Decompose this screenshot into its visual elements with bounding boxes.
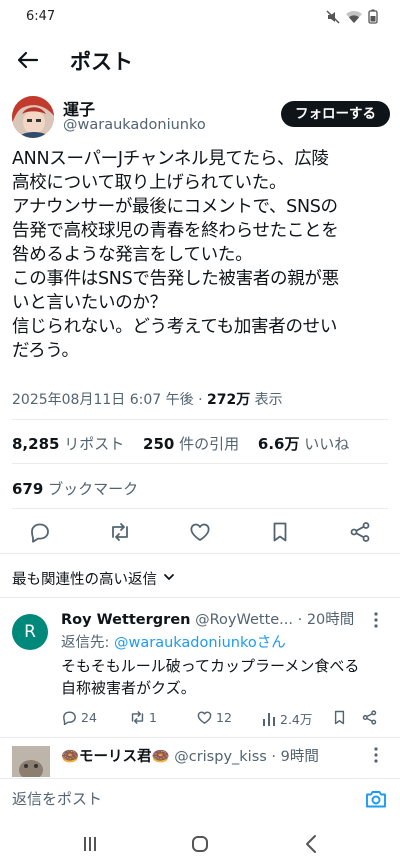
- reply-icon: [63, 711, 76, 726]
- reply-sort-dropdown[interactable]: 最も関連性の高い返信: [12, 568, 175, 589]
- post-text: ANNスーパーJチャンネル見てたら、広陵 高校について取り上げられていた。 アナ…: [12, 149, 339, 361]
- reply-repost-button[interactable]: 1: [129, 709, 157, 726]
- divider: [12, 508, 388, 509]
- quotes-stat[interactable]: 250 件の引用: [143, 435, 239, 453]
- reply-views-button[interactable]: 2.4万: [261, 709, 312, 728]
- reply-actions: 24 1 12 2.4万: [61, 709, 391, 729]
- reply-to-link[interactable]: @waraukadoniunkoさん: [114, 635, 286, 651]
- post-meta: 2025年08月11日 6:07 午後 · 272万 表示: [12, 389, 283, 409]
- like-count: 12: [216, 710, 232, 725]
- views-count: 2.4万: [280, 712, 313, 727]
- divider: [0, 553, 400, 554]
- reply-author-name[interactable]: 🍩モーリス君🍩: [61, 749, 170, 765]
- meta-separator: ·: [198, 392, 207, 408]
- recent-apps-icon[interactable]: [78, 832, 102, 856]
- reply-item[interactable]: 🍩モーリス君🍩 @crispy_kiss · 9時間: [0, 737, 400, 777]
- bookmarks-label: ブックマーク: [48, 480, 139, 498]
- follow-button[interactable]: フォローする: [281, 101, 390, 127]
- more-options-icon[interactable]: [366, 612, 386, 628]
- reposts-count: 8,285: [12, 435, 60, 453]
- quotes-count: 250: [143, 435, 175, 453]
- author-avatar[interactable]: [12, 96, 54, 138]
- chevron-down-icon: [163, 571, 175, 587]
- reply-composer: [0, 778, 400, 818]
- mute-icon: [326, 9, 340, 24]
- reply-icon[interactable]: [28, 520, 52, 544]
- reply-item[interactable]: R Roy Wettergren @RoyWette... · 20時間 返信先…: [0, 601, 400, 733]
- reply-author-name[interactable]: Roy Wettergren: [61, 612, 190, 628]
- wifi-icon: [346, 10, 362, 24]
- system-nav-bar: [0, 820, 400, 867]
- post-timestamp: 2025年08月11日 6:07 午後: [12, 392, 194, 408]
- likes-label: いいね: [304, 435, 350, 453]
- post-author: 運子 @waraukadoniunko フォローする: [0, 94, 400, 144]
- reposts-label: リポスト: [64, 435, 125, 453]
- views-label: 表示: [254, 392, 283, 408]
- repost-count: 1: [149, 710, 157, 725]
- sort-label: 最も関連性の高い返信: [12, 572, 157, 588]
- bookmark-icon: [334, 710, 345, 725]
- author-handle[interactable]: @waraukadoniunko: [63, 117, 206, 133]
- reply-time: 9時間: [280, 749, 319, 765]
- status-time: 6:47: [26, 9, 56, 24]
- reply-author-handle[interactable]: @crispy_kiss: [174, 749, 267, 765]
- divider: [0, 597, 400, 598]
- divider: [12, 463, 388, 464]
- reply-like-button[interactable]: 12: [196, 709, 232, 726]
- bookmarks-count: 679: [12, 480, 44, 498]
- reply-avatar[interactable]: R: [12, 614, 48, 650]
- reply-reply-button[interactable]: 24: [61, 709, 97, 726]
- post-actions: [0, 516, 400, 548]
- quotes-label: 件の引用: [179, 435, 240, 453]
- reply-dot: ·: [271, 749, 277, 765]
- nav-back-icon[interactable]: [300, 832, 324, 856]
- back-arrow-icon[interactable]: [14, 46, 42, 74]
- like-icon[interactable]: [188, 520, 212, 544]
- reply-text: そもそもルール破ってカップラーメン食べる 自称被害者がクズ。: [61, 657, 360, 697]
- reply-avatar[interactable]: [12, 746, 50, 777]
- repost-icon: [131, 711, 144, 724]
- share-icon[interactable]: [348, 520, 372, 544]
- reply-dot: ·: [297, 612, 303, 628]
- page-title: ポスト: [70, 50, 133, 74]
- repost-icon[interactable]: [108, 520, 132, 544]
- reply-bookmark-button[interactable]: [331, 709, 348, 726]
- home-icon[interactable]: [188, 832, 212, 856]
- reply-count: 24: [81, 710, 97, 725]
- reply-to-line: 返信先: @waraukadoniunkoさん: [61, 631, 286, 652]
- reply-header: Roy Wettergren @RoyWette... · 20時間: [61, 608, 361, 629]
- divider: [12, 419, 388, 420]
- app-header: ポスト: [0, 34, 400, 86]
- views-icon: [263, 712, 275, 726]
- like-icon: [197, 711, 212, 724]
- post-stats: 8,285 リポスト 250 件の引用 6.6万 いいね: [12, 433, 349, 454]
- reply-time: 20時間: [306, 612, 355, 628]
- more-options-icon[interactable]: [366, 747, 386, 763]
- reply-header: 🍩モーリス君🍩 @crispy_kiss · 9時間: [61, 745, 319, 766]
- reply-to-prefix: 返信先:: [61, 635, 114, 651]
- status-bar: 6:47: [0, 0, 400, 34]
- share-icon: [362, 710, 377, 725]
- camera-icon[interactable]: [364, 787, 388, 811]
- reposts-stat[interactable]: 8,285 リポスト: [12, 435, 124, 453]
- reply-author-handle[interactable]: @RoyWette...: [195, 612, 293, 628]
- status-icons: [326, 9, 378, 24]
- bookmarks-stat[interactable]: 679 ブックマーク: [12, 478, 138, 499]
- battery-icon: [368, 9, 378, 24]
- likes-stat[interactable]: 6.6万 いいね: [258, 435, 349, 453]
- bookmark-icon[interactable]: [268, 520, 292, 544]
- reply-share-button[interactable]: [361, 709, 378, 726]
- reply-input[interactable]: [12, 788, 332, 810]
- likes-count: 6.6万: [257, 435, 300, 453]
- post-views: 272万: [206, 392, 251, 408]
